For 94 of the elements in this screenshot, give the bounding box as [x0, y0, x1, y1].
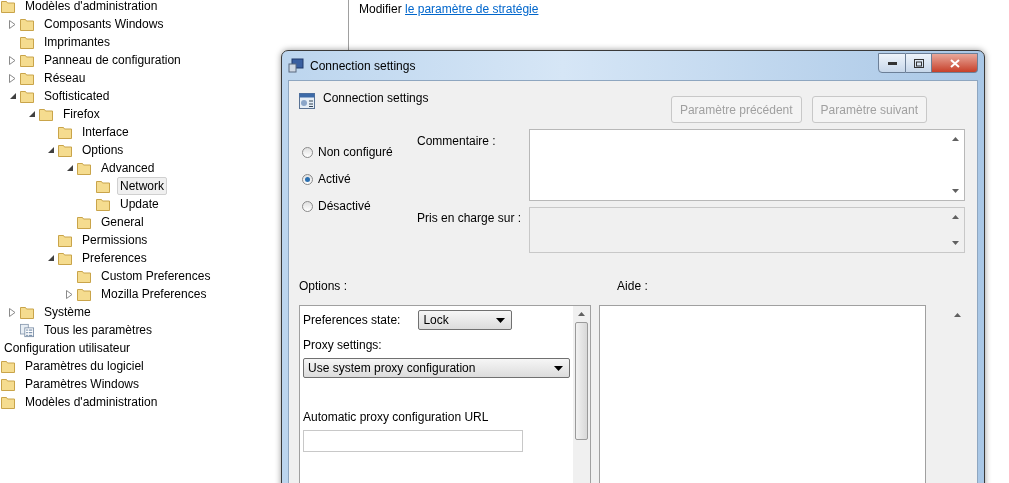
options-label: Options :	[299, 279, 348, 293]
folder-icon	[20, 71, 34, 85]
folder-icon	[58, 251, 72, 265]
folder-icon	[1, 0, 15, 13]
folder-icon	[77, 287, 91, 301]
folder-icon	[20, 17, 34, 31]
policy-icon	[299, 93, 315, 109]
tree-item[interactable]: Update	[117, 195, 162, 213]
comment-field[interactable]	[529, 129, 965, 201]
close-icon	[949, 58, 960, 68]
collapse-arrow-icon[interactable]	[47, 255, 54, 261]
restore-icon	[913, 58, 924, 68]
radio-label: Non configuré	[318, 145, 393, 159]
tree-item[interactable]: Interface	[79, 123, 132, 141]
settings-list-icon	[20, 322, 34, 338]
policy-title: Connection settings	[323, 91, 429, 105]
tree-item[interactable]: Imprimantes	[41, 33, 114, 51]
expand-arrow-icon[interactable]	[9, 19, 16, 29]
collapse-arrow-icon[interactable]	[66, 165, 73, 171]
folder-icon	[96, 197, 110, 211]
caret-icon	[554, 365, 563, 371]
minimize-button[interactable]	[878, 53, 906, 73]
folder-icon	[20, 89, 34, 103]
tree-item[interactable]: Modèles d'administration	[22, 0, 161, 15]
expand-arrow-icon[interactable]	[66, 289, 73, 299]
scroll-up-icon[interactable]	[578, 312, 585, 316]
url-input-field[interactable]	[303, 430, 523, 452]
option-label: Proxy settings:	[303, 338, 383, 352]
tree-item[interactable]: Composants Windows	[41, 15, 167, 33]
scroll-down-icon[interactable]	[952, 189, 959, 193]
expand-arrow-icon[interactable]	[9, 55, 16, 65]
tree-item[interactable]: Modèles d'administration	[22, 393, 161, 411]
folder-icon	[20, 35, 34, 49]
folder-icon	[58, 143, 72, 157]
collapse-arrow-icon[interactable]	[28, 111, 35, 117]
details-text: Modifier	[359, 2, 402, 16]
folder-icon	[77, 215, 91, 229]
folder-icon	[77, 269, 91, 283]
maximize-button[interactable]	[906, 53, 932, 73]
tree-item[interactable]: Tous les paramètres	[41, 321, 156, 339]
folder-icon	[1, 395, 15, 409]
scroll-up-icon[interactable]	[952, 215, 959, 219]
tree-item[interactable]: Network	[117, 177, 167, 195]
policy-setting-link[interactable]: le paramètre de stratégie	[405, 2, 539, 16]
tree-item[interactable]: Mozilla Preferences	[98, 285, 210, 303]
expand-arrow-icon[interactable]	[9, 307, 16, 317]
collapse-arrow-icon[interactable]	[9, 93, 16, 99]
tree-item[interactable]: Preferences	[79, 249, 150, 267]
collapse-arrow-icon[interactable]	[47, 147, 54, 153]
tree-item[interactable]: Options	[79, 141, 127, 159]
folder-icon	[39, 107, 53, 121]
caret-icon	[496, 317, 506, 323]
tree-item[interactable]: Panneau de configuration	[41, 51, 184, 69]
folder-icon	[1, 359, 15, 373]
folder-icon	[77, 161, 91, 175]
supported-on-label: Pris en charge sur :	[417, 211, 523, 225]
radio-label: Désactivé	[318, 199, 371, 213]
scroll-up-icon[interactable]	[953, 313, 961, 317]
option-label: Automatic proxy configuration URL	[303, 410, 490, 424]
scrollbar-thumb[interactable]	[575, 322, 588, 440]
tree-item[interactable]: Paramètres Windows	[22, 375, 143, 393]
tree-item[interactable]: Paramètres du logiciel	[22, 357, 147, 375]
tree-item[interactable]: Permissions	[79, 231, 151, 249]
window-title: Connection settings	[310, 58, 416, 73]
scroll-down-icon[interactable]	[952, 241, 959, 245]
folder-icon	[1, 377, 15, 391]
tree-item[interactable]: General	[98, 213, 147, 231]
minimize-icon	[887, 61, 897, 65]
tree-item[interactable]: Firefox	[60, 105, 103, 123]
dropdown[interactable]: Lock	[418, 310, 513, 330]
option-label: Preferences state:	[303, 313, 401, 327]
dropdown[interactable]: Use system proxy configuration	[303, 358, 570, 378]
computer-icon	[288, 58, 304, 73]
radio-label: Activé	[318, 172, 351, 186]
radio-button[interactable]	[302, 173, 313, 185]
expand-arrow-icon[interactable]	[9, 73, 16, 83]
folder-icon	[58, 233, 72, 247]
folder-icon	[20, 53, 34, 67]
tree-item[interactable]: Configuration utilisateur	[1, 339, 134, 357]
radio-button[interactable]	[302, 200, 313, 212]
folder-icon	[58, 125, 72, 139]
tree-item[interactable]: Réseau	[41, 69, 89, 87]
close-button[interactable]	[932, 53, 978, 73]
tree-item[interactable]: Custom Preferences	[98, 267, 214, 285]
folder-icon	[20, 305, 34, 319]
folder-icon	[96, 179, 110, 193]
tree-item[interactable]: Système	[41, 303, 94, 321]
tree-item[interactable]: Softisticated	[41, 87, 113, 105]
scroll-up-icon[interactable]	[952, 137, 959, 141]
tree-item[interactable]: Advanced	[98, 159, 158, 177]
help-label: Aide :	[617, 279, 648, 293]
scrollbar[interactable]	[573, 306, 590, 483]
comment-label: Commentaire :	[417, 134, 497, 148]
radio-button[interactable]	[302, 146, 313, 158]
